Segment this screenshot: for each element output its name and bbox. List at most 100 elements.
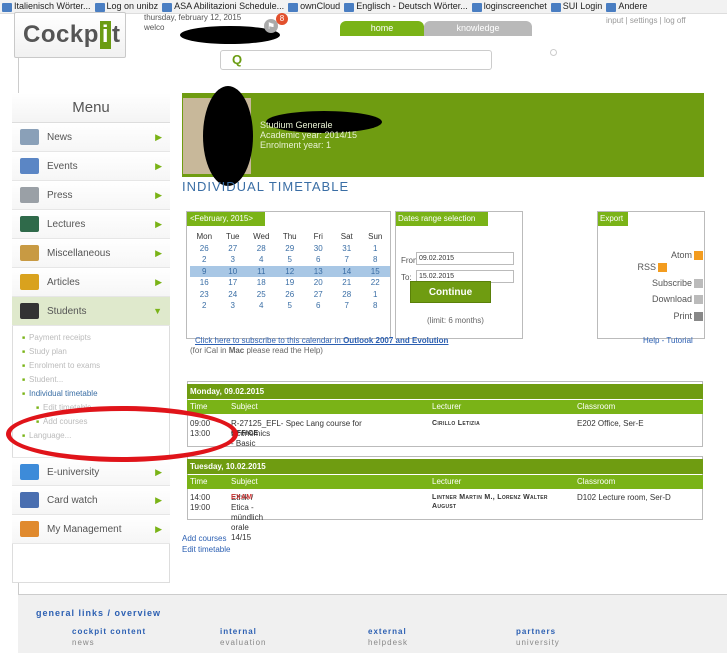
calendar-day[interactable]: 5 — [276, 300, 305, 312]
calendar-day[interactable]: 27 — [304, 289, 333, 301]
rss-icon — [658, 263, 667, 273]
bookmark-item[interactable]: Englisch - Deutsch Wörter... — [344, 1, 468, 12]
submenu-add-courses[interactable]: Add courses — [36, 417, 87, 426]
calendar-day[interactable]: 30 — [304, 243, 333, 255]
sidebar-item-students[interactable]: Students ▼ — [12, 297, 170, 326]
calendar-day[interactable]: 4 — [247, 300, 276, 312]
continue-button[interactable]: Continue — [410, 281, 491, 303]
help-tutorial-link[interactable]: Help - Tutorial — [643, 336, 693, 345]
calendar-day[interactable]: 24 — [219, 289, 248, 301]
bookmark-item[interactable]: loginscreenchet — [471, 1, 547, 12]
sidebar-item-press[interactable]: Press ▶ — [12, 181, 170, 210]
export-header: Export — [598, 212, 628, 226]
search-input[interactable] — [220, 50, 492, 70]
page-title: INDIVIDUAL TIMETABLE — [182, 179, 350, 194]
calendar-day[interactable]: 23 — [190, 289, 219, 301]
bookmark-item[interactable]: ownCloud — [288, 1, 340, 12]
calendar-day[interactable]: 22 — [361, 277, 390, 289]
calendar-day[interactable]: 3 — [219, 300, 248, 312]
calendar-day[interactable]: 7 — [333, 254, 362, 266]
calendar-day[interactable]: 27 — [219, 243, 248, 255]
bookmark-item[interactable]: Log on unibz — [94, 1, 158, 12]
submenu-edit-timetable[interactable]: Edit timetable — [36, 403, 91, 412]
calendar-day[interactable]: 12 — [275, 265, 304, 277]
calendar-day[interactable]: 29 — [276, 243, 305, 255]
calendar-day[interactable]: 4 — [247, 254, 276, 266]
footer-col-external[interactable]: external helpdesk — [368, 627, 408, 647]
calendar-day[interactable]: 2 — [190, 300, 219, 312]
rss-link[interactable]: RSS — [637, 262, 667, 273]
calendar-day[interactable]: 1 — [361, 289, 390, 301]
calendar-day[interactable]: 6 — [304, 300, 333, 312]
calendar-day[interactable]: 10 — [218, 265, 247, 277]
calendar-day[interactable]: 14 — [332, 265, 361, 277]
sidebar-item-miscellaneous[interactable]: Miscellaneous ▶ — [12, 239, 170, 268]
calendar-day[interactable]: 15 — [361, 265, 390, 277]
edit-timetable-link[interactable]: Edit timetable — [182, 545, 230, 554]
calendar-day[interactable]: 7 — [333, 300, 362, 312]
from-date-input[interactable]: 09.02.2015 — [416, 252, 514, 265]
bookmark-item[interactable]: Andere — [606, 1, 647, 12]
top-links[interactable]: input | settings | log off — [606, 16, 686, 25]
submenu-individual-timetable[interactable]: Individual timetable — [22, 389, 97, 398]
calendar-day[interactable]: 13 — [304, 265, 333, 277]
gear-icon[interactable] — [550, 49, 557, 56]
cockpit-logo[interactable]: Cockp i t — [14, 12, 126, 58]
search-icon[interactable]: Q — [232, 52, 242, 67]
submenu-study-plan[interactable]: Study plan — [22, 347, 67, 356]
sidebar-item-news[interactable]: News ▶ — [12, 123, 170, 152]
calendar-day[interactable]: 26 — [190, 243, 219, 255]
tab-home[interactable]: home — [340, 21, 424, 36]
calendar-day[interactable]: 6 — [304, 254, 333, 266]
atom-link[interactable]: Atom — [671, 250, 703, 261]
calendar-day[interactable]: 16 — [190, 277, 219, 289]
calendar-day[interactable]: 25 — [247, 289, 276, 301]
calendar-day[interactable]: 8 — [361, 254, 390, 266]
subscribe-icon — [694, 279, 703, 289]
calendar-day[interactable]: 3 — [219, 254, 248, 266]
calendar-day[interactable]: 26 — [276, 289, 305, 301]
calendar-day[interactable]: 9 — [190, 265, 219, 277]
footer-title: general links / overview — [36, 608, 162, 618]
print-link[interactable]: Print — [673, 311, 703, 322]
chevron-right-icon: ▶ — [155, 277, 162, 287]
calendar-day[interactable]: 21 — [333, 277, 362, 289]
footer-col-partners[interactable]: partners university — [516, 627, 560, 647]
subscribe-link[interactable]: Subscribe — [652, 278, 703, 289]
calendar-day[interactable]: 2 — [190, 254, 219, 266]
sidebar-item-card-watch[interactable]: Card watch ▶ — [12, 486, 170, 515]
submenu-student[interactable]: Student... — [22, 375, 63, 384]
pen-icon — [20, 274, 39, 290]
calendar-month-nav[interactable]: <February, 2015> — [187, 212, 265, 226]
bookmark-item[interactable]: Italienisch Wörter... — [2, 1, 91, 12]
footer-col-internal[interactable]: internal evaluation — [220, 627, 266, 647]
sidebar-item-lectures[interactable]: Lectures ▶ — [12, 210, 170, 239]
calendar-day[interactable]: 31 — [333, 243, 362, 255]
sidebar-item-articles[interactable]: Articles ▶ — [12, 268, 170, 297]
calendar-day[interactable]: 18 — [247, 277, 276, 289]
calendar-day[interactable]: 28 — [333, 289, 362, 301]
bookmark-item[interactable]: ASA Abilitazioni Schedule... — [162, 1, 284, 12]
calendar-day[interactable]: 28 — [247, 243, 276, 255]
submenu-language[interactable]: Language... — [22, 431, 71, 440]
calendar-day[interactable]: 8 — [361, 300, 390, 312]
bookmark-icon — [162, 2, 173, 12]
calendar-day[interactable]: 11 — [247, 265, 276, 277]
bookmark-item[interactable]: SUI Login — [550, 1, 602, 12]
sidebar-item-events[interactable]: Events ▶ — [12, 152, 170, 181]
sidebar-item-my-management[interactable]: My Management ▶ — [12, 515, 170, 544]
calendar-day[interactable]: 19 — [276, 277, 305, 289]
footer-col-cockpit[interactable]: cockpit content news — [72, 627, 146, 647]
tab-knowledge[interactable]: knowledge — [424, 21, 532, 36]
calendar-day[interactable]: 20 — [304, 277, 333, 289]
submenu-payment-receipts[interactable]: Payment receipts — [22, 333, 91, 342]
calendar-day[interactable]: 1 — [361, 243, 390, 255]
calendar-day[interactable]: 17 — [219, 277, 248, 289]
calendar-day[interactable]: 5 — [276, 254, 305, 266]
sidebar-item-e-university[interactable]: E-university ▶ — [12, 457, 170, 486]
download-link[interactable]: Download — [652, 294, 703, 305]
subscribe-calendar-link[interactable]: Click here to subscribe to this calendar… — [195, 336, 448, 345]
add-courses-link[interactable]: Add courses — [182, 534, 226, 543]
table-row: 14:00 19:00 Ethik / Etica - mündlich ora… — [190, 493, 671, 542]
submenu-enrolment-exams[interactable]: Enrolment to exams — [22, 361, 100, 370]
